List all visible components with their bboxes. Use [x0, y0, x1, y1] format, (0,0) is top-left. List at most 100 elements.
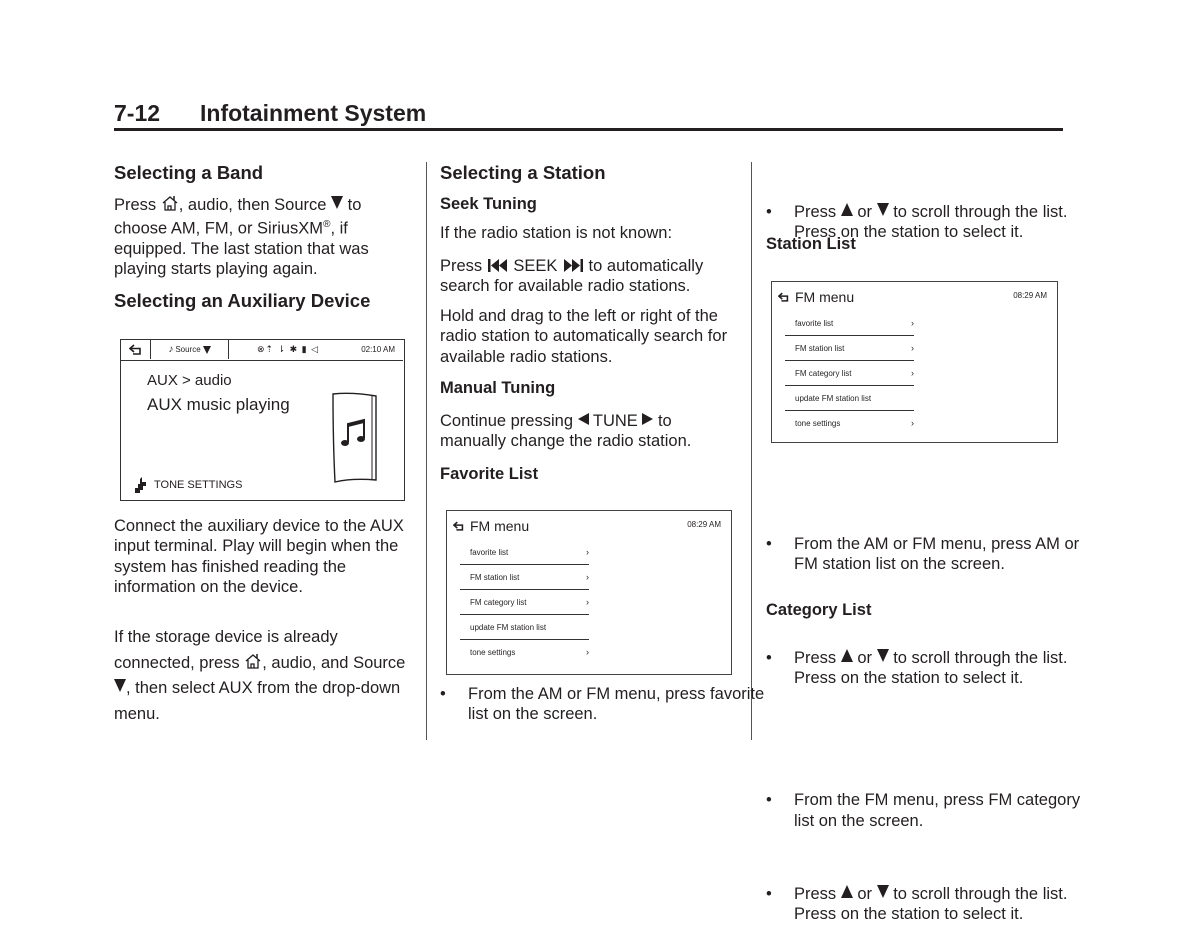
fm-menu-list: favorite list › FM station list › FM categ… [785, 312, 914, 437]
down-triangle-icon [202, 345, 211, 354]
item-label: tone settings [795, 419, 841, 428]
text: TUNE [588, 412, 643, 430]
page-number: 7-12 [114, 100, 161, 126]
status-icons: ⊗⇡ ⇂ ✱ ▮ ◁ [257, 344, 320, 354]
chevron-right-icon: › [586, 647, 589, 657]
text: or [852, 648, 877, 667]
text: , audio, and Source [262, 653, 406, 672]
column-divider [426, 162, 427, 740]
item-label: favorite list [795, 319, 834, 328]
bullet: • [766, 791, 772, 810]
album-art-icon [332, 392, 377, 483]
up-triangle-icon [840, 648, 853, 662]
fm-menu-item[interactable]: FM category list › [460, 591, 589, 615]
section-title: Infotainment System [200, 100, 427, 126]
back-arrow-icon[interactable] [778, 292, 790, 302]
item-label: FM station list [795, 344, 845, 353]
equalizer-icon [135, 477, 146, 493]
item-label: update FM station list [470, 623, 547, 632]
back-button[interactable] [121, 340, 151, 359]
down-triangle-icon [876, 648, 889, 662]
chevron-right-icon: › [586, 547, 589, 557]
source-button[interactable]: ♪ Source [151, 340, 229, 359]
aux-breadcrumb: AUX > audio [147, 372, 232, 389]
bullet: • [766, 202, 772, 221]
fm-title-text: FM menu [470, 518, 530, 534]
back-arrow-icon[interactable] [453, 521, 465, 531]
heading-category-list: Category List [766, 601, 872, 619]
list-item: • From the FM menu, press FM category lis… [766, 790, 1094, 831]
list-item: • From the AM or FM menu, press AM or FM … [766, 534, 1094, 575]
tone-settings-button[interactable]: TONE SETTINGS [133, 476, 242, 494]
list-item: • Press or to scroll through the list. Pr… [766, 648, 1094, 689]
text: , audio, then Source [178, 196, 332, 214]
manual-paragraph: Continue pressing TUNE to manually chang… [440, 411, 740, 452]
up-triangle-icon [840, 884, 853, 898]
item-label: FM category list [795, 369, 852, 378]
left-triangle-icon [577, 413, 589, 425]
text: Press [794, 648, 841, 667]
back-arrow-icon [128, 344, 141, 355]
text: , then select AUX from the drop-down men… [114, 679, 401, 723]
right-triangle-icon [642, 413, 654, 425]
down-triangle-icon [876, 884, 889, 898]
heading-station-list: Station List [766, 235, 856, 253]
list-item: • From the AM or FM menu, press favorite … [440, 684, 768, 725]
text: Press [794, 884, 841, 903]
aux-top-bar: ♪ Source ⊗⇡ ⇂ ✱ ▮ ◁ 02:10 AM [121, 340, 403, 361]
chevron-right-icon: › [586, 572, 589, 582]
fm-menu-item[interactable]: FM station list › [460, 566, 589, 590]
tone-settings-label: TONE SETTINGS [154, 479, 243, 491]
item-label: favorite list [470, 548, 509, 557]
home-icon [245, 653, 261, 669]
heading-selecting-band: Selecting a Band [114, 162, 264, 183]
chevron-right-icon: › [911, 343, 914, 353]
column-divider [751, 162, 752, 740]
bullet: • [440, 685, 446, 703]
text: Press [114, 196, 161, 214]
chevron-right-icon: › [911, 418, 914, 428]
text: From the AM or FM menu, press favorite l… [468, 685, 765, 724]
status-area: ⊗⇡ ⇂ ✱ ▮ ◁ 02:10 AM [229, 340, 403, 359]
aux-screen-illustration: ♪ Source ⊗⇡ ⇂ ✱ ▮ ◁ 02:10 AM AUX > audio… [120, 339, 405, 501]
fm-menu-screen-illustration: FM menu 08:29 AM favorite list › FM stati… [771, 281, 1058, 443]
item-label: tone settings [470, 648, 516, 657]
text: From the AM or FM menu, press AM or FM s… [794, 535, 1080, 574]
text: Press [794, 202, 841, 221]
fm-menu-item[interactable]: favorite list › [785, 312, 914, 336]
fm-menu-item[interactable]: FM station list › [785, 337, 914, 361]
item-label: update FM station list [795, 394, 872, 403]
fm-menu-item[interactable]: FM category list › [785, 362, 914, 386]
text: Continue pressing [440, 412, 578, 430]
header-rule [114, 128, 1063, 131]
heading-seek-tuning: Seek Tuning [440, 195, 537, 213]
bullet: • [766, 884, 772, 903]
chevron-right-icon: › [911, 368, 914, 378]
text: Press [440, 257, 487, 275]
down-triangle-icon [114, 679, 126, 692]
fm-menu-item[interactable]: favorite list › [460, 541, 589, 565]
fm-menu-item[interactable]: update FM station list [785, 387, 914, 411]
text: or [852, 884, 877, 903]
seek-intro: If the radio station is not known: [440, 224, 673, 242]
fm-menu-item[interactable]: update FM station list [460, 616, 589, 640]
source-label: Source [175, 345, 201, 354]
text: SEEK [508, 257, 562, 275]
fm-title-text: FM menu [795, 289, 855, 305]
heading-manual-tuning: Manual Tuning [440, 379, 556, 397]
clock: 08:29 AM [1013, 291, 1047, 300]
seek-forward-icon [563, 259, 583, 272]
fm-menu-item[interactable]: tone settings › [785, 412, 914, 436]
item-label: FM station list [470, 573, 520, 582]
down-triangle-icon [331, 196, 344, 209]
fm-menu-screen-illustration: FM menu 08:29 AM favorite list › FM stati… [446, 510, 732, 675]
storage-paragraph: If the storage device is already connect… [114, 625, 414, 727]
bullet: • [766, 648, 772, 667]
fm-menu-title: FM menu [778, 289, 854, 305]
band-paragraph: Press , audio, then Source to choose AM,… [114, 195, 404, 280]
clock: 08:29 AM [687, 520, 721, 529]
drag-paragraph: Hold and drag to the left or right of th… [440, 307, 728, 366]
heading-favorite-list: Favorite List [440, 465, 539, 483]
chevron-right-icon: › [911, 318, 914, 328]
fm-menu-item[interactable]: tone settings › [460, 641, 589, 665]
